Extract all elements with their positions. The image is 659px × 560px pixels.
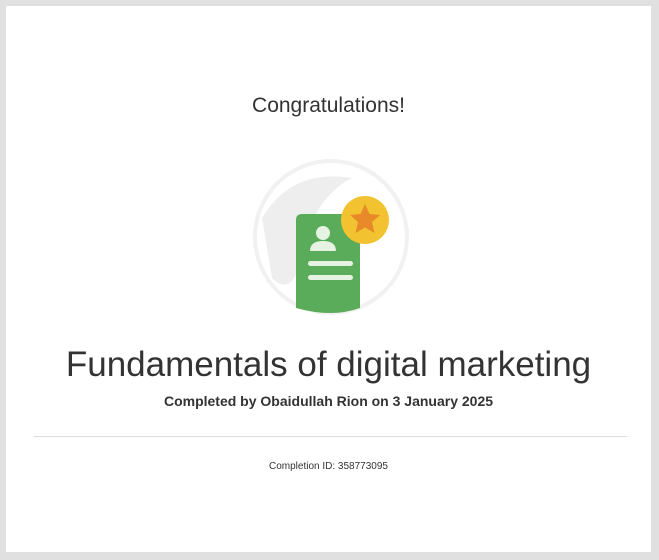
certificate-badge-icon <box>252 158 410 316</box>
course-title: Fundamentals of digital marketing <box>65 345 592 384</box>
certificate-card: Congratulations! Fundamentals of digital… <box>6 6 651 552</box>
completion-id: Completion ID: 358773095 <box>269 461 388 472</box>
congratulations-heading: Congratulations! <box>252 94 405 117</box>
badge-graphic <box>253 159 409 315</box>
document-line-1 <box>308 261 353 266</box>
divider <box>34 436 627 437</box>
document-line-2 <box>308 275 353 280</box>
completed-by-text: Completed by Obaidullah Rion on 3 Januar… <box>163 393 494 409</box>
person-head-icon <box>316 226 330 240</box>
